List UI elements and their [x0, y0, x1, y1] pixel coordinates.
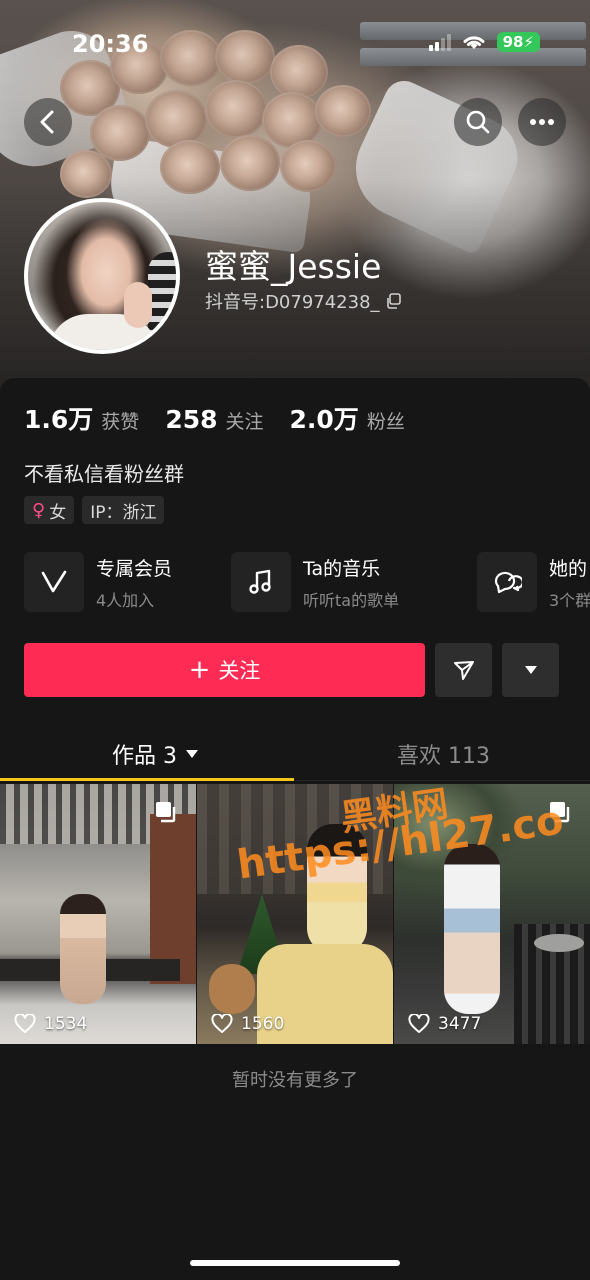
profile-tags: ♀ 女 IP：浙江 — [24, 496, 165, 524]
ip-location-tag: IP：浙江 — [82, 496, 165, 524]
status-time: 20:36 — [72, 30, 149, 58]
copy-icon[interactable] — [386, 293, 402, 309]
feature-title: 专属会员 — [96, 557, 173, 580]
stat-label: 关注 — [225, 411, 264, 433]
tab-works[interactable]: 作品 3 — [112, 738, 199, 770]
tab-likes[interactable]: 喜欢 113 — [397, 738, 490, 770]
tab-label: 作品 3 — [112, 744, 177, 769]
gender-tag: ♀ 女 — [24, 496, 75, 524]
search-icon — [466, 110, 490, 134]
no-more-text: 暂时没有更多了 — [232, 1070, 358, 1091]
stat-label: 获赞 — [101, 411, 140, 433]
more-dots-icon — [530, 119, 554, 125]
plus-icon: + — [188, 655, 211, 685]
feature-title: Ta的音乐 — [303, 557, 381, 580]
follow-label: 关注 — [218, 659, 261, 683]
recommend-dropdown-button[interactable] — [502, 643, 559, 697]
caret-down-icon — [524, 666, 537, 674]
profile-screen: 20:36 98⚡ 蜜蜜_Jessie 抖音号:D07974238_ 1.6万 … — [0, 0, 590, 1280]
content-tabs: 作品 3 喜欢 113 — [0, 722, 590, 782]
stat-likes-received[interactable]: 1.6万 获赞 — [24, 400, 139, 436]
feature-subtitle: 3个群 — [549, 590, 590, 610]
avatar[interactable] — [24, 198, 180, 354]
stat-value: 258 — [165, 405, 218, 434]
gender-label: 女 — [49, 502, 67, 523]
more-button[interactable] — [518, 98, 566, 146]
douyin-id-text: 抖音号:D07974238_ — [205, 292, 380, 313]
stat-value: 1.6万 — [24, 405, 94, 434]
message-button[interactable] — [435, 643, 492, 697]
profile-stats: 1.6万 获赞 258 关注 2.0万 粉丝 — [24, 400, 405, 436]
feature-title: 她的 — [549, 557, 588, 580]
feature-group-chat[interactable]: 她的 3个群 — [477, 552, 590, 612]
chat-bubbles-icon — [477, 552, 537, 612]
heart-icon — [211, 1014, 233, 1033]
action-row: + 关注 — [24, 643, 559, 697]
search-button[interactable] — [454, 98, 502, 146]
likes-count: 1560 — [241, 1014, 285, 1034]
female-icon: ♀ — [32, 499, 46, 521]
send-icon — [453, 661, 474, 680]
cellular-signal-icon — [428, 33, 451, 51]
back-button[interactable] — [24, 98, 72, 146]
likes-count: 1534 — [44, 1014, 88, 1034]
feature-row: 专属会员 4人加入 Ta的音乐 听听ta的歌单 她的 3个群 — [24, 552, 590, 616]
heart-icon — [14, 1014, 36, 1033]
caret-down-icon — [186, 750, 198, 758]
profile-name: 蜜蜜_Jessie — [205, 247, 382, 286]
heart-icon — [408, 1014, 430, 1033]
battery-indicator: 98⚡ — [496, 32, 540, 52]
multi-image-icon — [156, 802, 176, 823]
douyin-id[interactable]: 抖音号:D07974238_ — [205, 288, 402, 314]
status-icons: 98⚡ — [428, 32, 540, 52]
back-arrow-icon — [40, 110, 54, 134]
likes-count: 3477 — [438, 1014, 482, 1034]
feature-membership[interactable]: 专属会员 4人加入 — [24, 552, 172, 612]
wifi-icon — [463, 36, 485, 49]
feature-music[interactable]: Ta的音乐 听听ta的歌单 — [231, 552, 399, 612]
video-likes: 3477 — [408, 1014, 481, 1034]
video-thumbnail[interactable]: 1534 — [0, 784, 196, 1044]
follow-button[interactable]: + 关注 — [24, 643, 425, 697]
profile-bio: 不看私信看粉丝群 — [24, 462, 184, 486]
video-likes: 1534 — [14, 1014, 87, 1034]
feature-subtitle: 4人加入 — [96, 590, 155, 610]
tab-label: 喜欢 113 — [397, 744, 490, 769]
video-likes: 1560 — [211, 1014, 284, 1034]
feature-subtitle: 听听ta的歌单 — [303, 590, 400, 610]
home-indicator[interactable] — [190, 1260, 400, 1266]
music-note-icon — [231, 552, 291, 612]
tab-active-indicator — [0, 778, 294, 781]
stat-value: 2.0万 — [289, 405, 359, 434]
stat-following[interactable]: 258 关注 — [165, 405, 263, 434]
stat-label: 粉丝 — [366, 411, 405, 433]
stat-followers[interactable]: 2.0万 粉丝 — [290, 400, 405, 436]
vip-v-icon — [24, 552, 84, 612]
